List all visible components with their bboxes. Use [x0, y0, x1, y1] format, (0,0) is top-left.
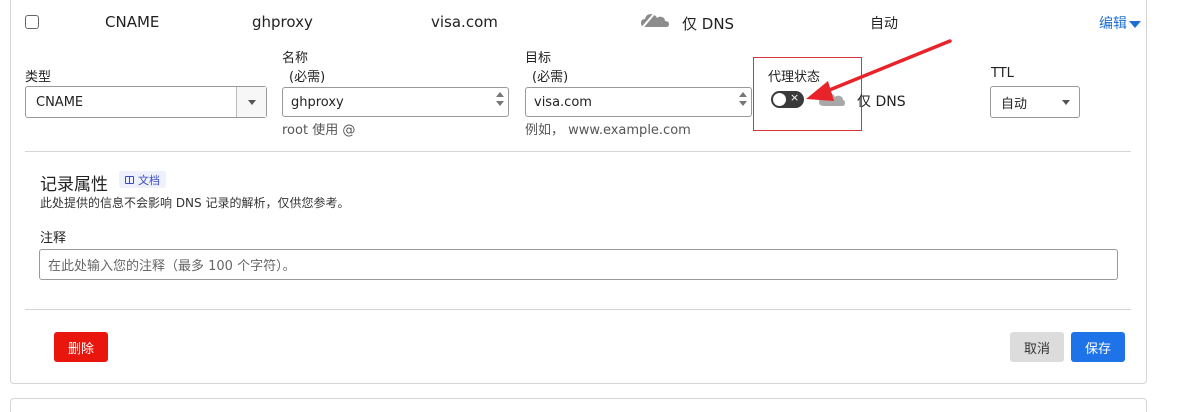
ttl-select-value: 自动: [1001, 96, 1028, 112]
toggle-off-icon: ×: [790, 91, 800, 104]
comment-placeholder: 在此处输入您的注释（最多 100 个字符）。: [48, 259, 296, 274]
ttl-label: TTL: [991, 66, 1014, 81]
record-attributes-title: 记录属性: [40, 175, 108, 195]
chevron-down-icon: [247, 99, 256, 105]
dns-record-edit-panel: [10, 0, 1147, 384]
name-label: 名称: [282, 51, 309, 66]
comment-input[interactable]: 在此处输入您的注释（最多 100 个字符）。: [39, 249, 1118, 280]
type-label: 类型: [25, 70, 52, 85]
type-select[interactable]: CNAME: [25, 86, 267, 118]
target-spinner-icon[interactable]: [739, 92, 747, 112]
type-select-value: CNAME: [36, 94, 84, 110]
target-label: 目标: [525, 51, 552, 66]
docs-badge-link[interactable]: 文档: [119, 171, 166, 188]
dns-only-cloud-icon: [641, 13, 669, 29]
target-hint: 例如， www.example.com: [525, 123, 691, 138]
name-required-label: (必需): [289, 70, 326, 85]
record-ttl-cell: 自动: [870, 16, 898, 32]
target-input[interactable]: visa.com: [525, 87, 752, 117]
edit-toggle-link[interactable]: 编辑: [1099, 13, 1141, 33]
next-record-panel: [10, 398, 1147, 412]
toggle-knob: [773, 93, 786, 106]
name-spinner-icon[interactable]: [496, 92, 504, 112]
comment-label: 注释: [40, 231, 67, 246]
record-proxy-status-cell: 仅 DNS: [682, 15, 735, 33]
record-type-cell: CNAME: [105, 13, 160, 31]
name-input-value: ghproxy: [291, 94, 344, 110]
form-divider-bottom: [25, 309, 1131, 310]
form-divider-top: [25, 151, 1131, 152]
target-required-label: (必需): [532, 70, 569, 85]
cancel-button[interactable]: 取消: [1010, 332, 1064, 362]
record-target-cell: visa.com: [431, 13, 498, 31]
type-select-dropdown-button[interactable]: [236, 87, 266, 117]
record-select-checkbox[interactable]: [25, 15, 39, 29]
delete-button[interactable]: 删除: [54, 332, 108, 362]
book-icon: [125, 175, 134, 184]
caret-down-icon: [1129, 20, 1141, 28]
annotation-arrow-icon: [806, 39, 952, 101]
ttl-select[interactable]: 自动: [990, 86, 1080, 118]
name-hint: root 使用 @: [282, 123, 356, 138]
record-attributes-description: 此处提供的信息不会影响 DNS 记录的解析，仅供您参考。: [40, 196, 350, 210]
name-input[interactable]: ghproxy: [282, 87, 509, 117]
ttl-dropdown-icon: [1053, 99, 1079, 105]
save-button[interactable]: 保存: [1071, 332, 1125, 362]
edit-label: 编辑: [1099, 16, 1127, 32]
target-input-value: visa.com: [534, 94, 592, 110]
docs-badge-label: 文档: [138, 173, 160, 187]
record-name-cell: ghproxy: [252, 13, 313, 31]
